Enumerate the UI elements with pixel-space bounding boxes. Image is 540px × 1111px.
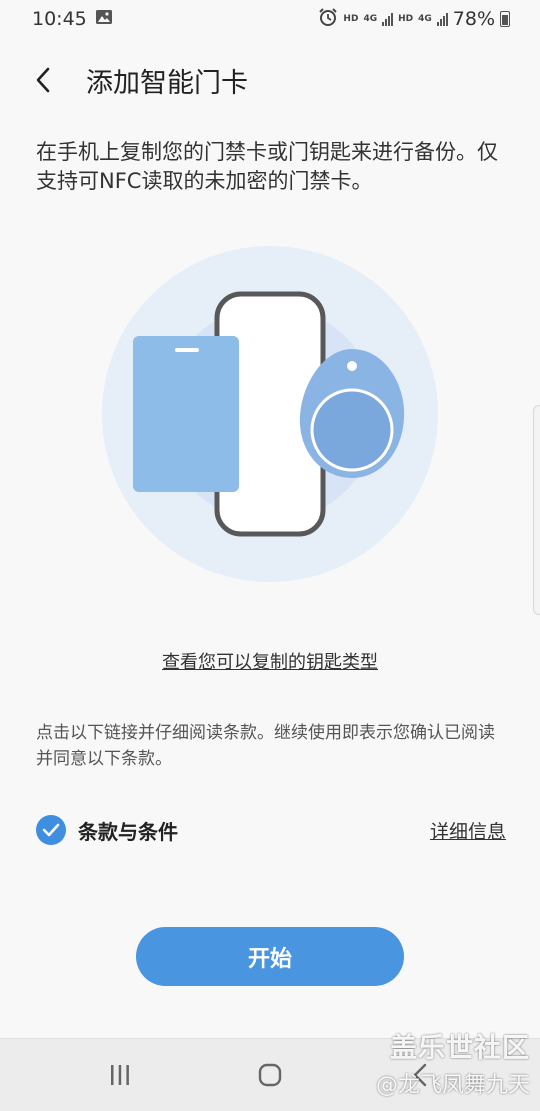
terms-checkbox-label[interactable]: 条款与条件 bbox=[78, 816, 178, 845]
hd-label-2: HD bbox=[398, 14, 414, 24]
recent-apps-button[interactable] bbox=[75, 1039, 165, 1111]
description-text: 在手机上复制您的门禁卡或门钥匙来进行备份。仅支持可NFC读取的未加密的门禁卡。 bbox=[36, 140, 498, 193]
home-icon bbox=[258, 1063, 282, 1087]
header: 添加智能门卡 bbox=[0, 50, 540, 110]
nav-back-button[interactable] bbox=[375, 1039, 465, 1111]
home-button[interactable] bbox=[225, 1039, 315, 1111]
alarm-icon bbox=[318, 7, 338, 32]
signal-icon bbox=[382, 12, 394, 26]
key-types-link-row: 查看您可以复制的钥匙类型 bbox=[0, 648, 540, 674]
image-icon bbox=[95, 8, 113, 30]
status-bar: 10:45 HD 4G HD 4G 78% bbox=[0, 0, 540, 38]
terms-note: 点击以下链接并仔细阅读条款。继续使用即表示您确认已阅读并同意以下条款。 bbox=[36, 723, 495, 769]
terms-left: 条款与条件 bbox=[36, 815, 178, 845]
status-time: 10:45 bbox=[32, 8, 87, 30]
navigation-bar bbox=[0, 1038, 540, 1111]
check-icon bbox=[42, 823, 60, 837]
edge-panel-handle[interactable] bbox=[533, 405, 540, 615]
page-title: 添加智能门卡 bbox=[86, 67, 248, 99]
back-button[interactable] bbox=[0, 50, 86, 110]
signal-icon-2 bbox=[436, 12, 448, 26]
battery-icon bbox=[500, 11, 510, 27]
start-button[interactable]: 开始 bbox=[136, 927, 404, 986]
back-icon bbox=[413, 1063, 427, 1087]
key-types-link[interactable]: 查看您可以复制的钥匙类型 bbox=[162, 652, 378, 673]
nfc-card-illustration bbox=[100, 244, 440, 584]
details-link[interactable]: 详细信息 bbox=[430, 817, 506, 844]
battery-percent: 78% bbox=[452, 8, 495, 30]
recent-apps-icon bbox=[111, 1065, 129, 1085]
status-left: 10:45 bbox=[32, 8, 113, 30]
status-right: HD 4G HD 4G 78% bbox=[318, 7, 510, 32]
terms-checkbox[interactable] bbox=[36, 815, 66, 845]
network-label-2: 4G bbox=[418, 14, 432, 24]
network-label-1: 4G bbox=[363, 14, 378, 24]
hd-label-1: HD bbox=[343, 14, 359, 24]
terms-row: 条款与条件 详细信息 bbox=[36, 812, 506, 848]
access-card-icon bbox=[133, 336, 239, 492]
chevron-left-icon bbox=[36, 67, 50, 93]
